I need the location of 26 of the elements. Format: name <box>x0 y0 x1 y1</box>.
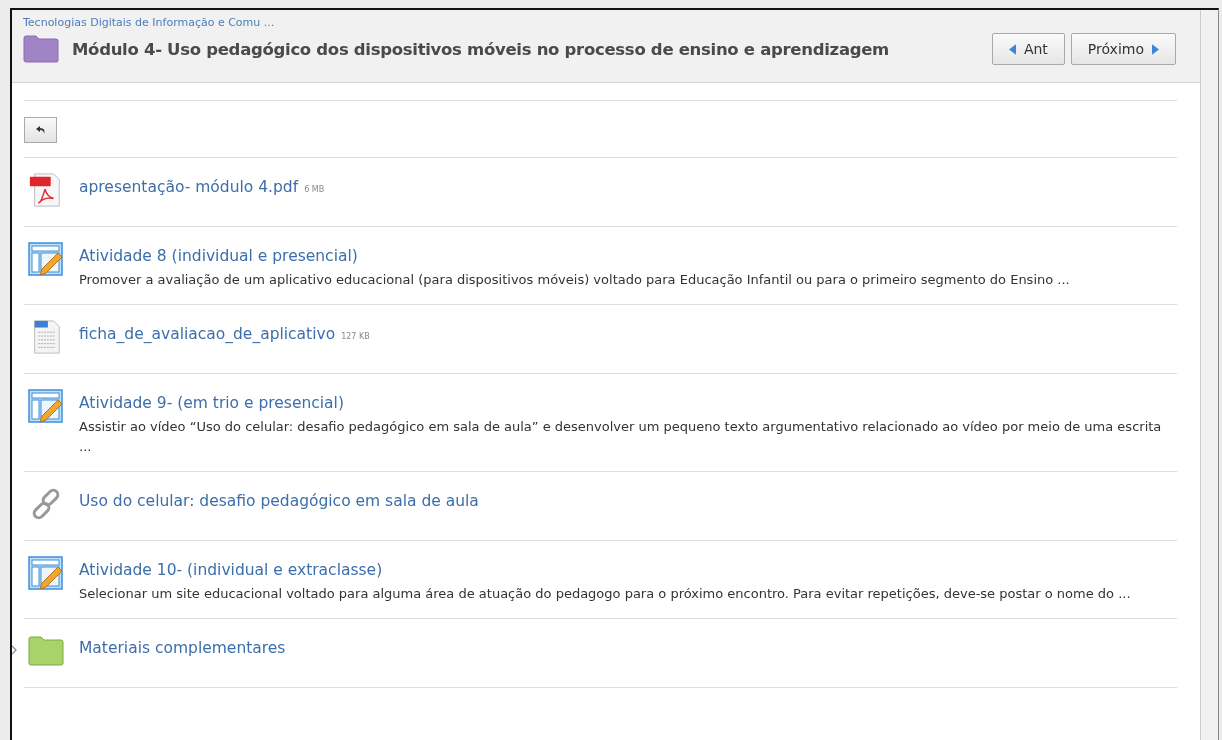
chevron-right-icon[interactable] <box>12 645 17 655</box>
item-link[interactable]: Uso do celular: desafio pedagógico em sala de aula <box>79 492 479 510</box>
next-button[interactable]: Próximo <box>1070 33 1176 65</box>
item-link[interactable]: Atividade 10- (individual e extraclasse) <box>79 561 383 579</box>
item-description: Assistir ao vídeo “Uso do celular: desafio pedagógico em sala de aula” e desenvolver um pequeno texto argumentativo relacionado ao vídeo por meio de uma escrita ... <box>79 418 1163 456</box>
file-size: 6 MB <box>304 185 325 194</box>
item-description: Promover a avaliação de um aplicativo educacional (para dispositivos móveis) voltado para Educação Infantil ou para o primeiro segmento do Ensino ... <box>79 271 1071 289</box>
item-description: Selecionar um site educacional voltado para alguma área de atuação do pedagogo para o próximo encontro. Para evitar repetições, deve-se postar o nome do ... <box>79 585 1132 603</box>
page-title: Módulo 4- Uso pedagógico dos dispositivos móveis no processo de ensino e aprendizagem <box>72 39 890 59</box>
left-triangle-icon <box>1008 43 1016 55</box>
item-link[interactable]: Materiais complementares <box>79 639 286 657</box>
assignment-icon <box>28 241 64 277</box>
breadcrumb-link[interactable]: Tecnologias Digitais de Informação e Comu ... <box>23 16 1200 29</box>
right-triangle-icon <box>1152 43 1159 55</box>
file-size: 127 KB <box>341 332 370 341</box>
item-link[interactable]: ficha_de_avaliacao_de_aplicativo <box>79 325 336 343</box>
assignment-icon <box>28 555 64 591</box>
folder-icon <box>23 35 59 63</box>
back-button[interactable] <box>24 117 57 143</box>
item-link[interactable]: Atividade 8 (individual e presencial) <box>79 247 358 265</box>
item-link[interactable]: apresentação- módulo 4.pdf <box>79 178 299 196</box>
assignment-icon <box>28 388 64 424</box>
previous-button[interactable]: Ant <box>991 33 1065 65</box>
return-arrow-icon <box>35 126 46 134</box>
item-link[interactable]: Atividade 9- (em trio e presencial) <box>79 394 344 412</box>
folder-icon <box>28 633 64 669</box>
